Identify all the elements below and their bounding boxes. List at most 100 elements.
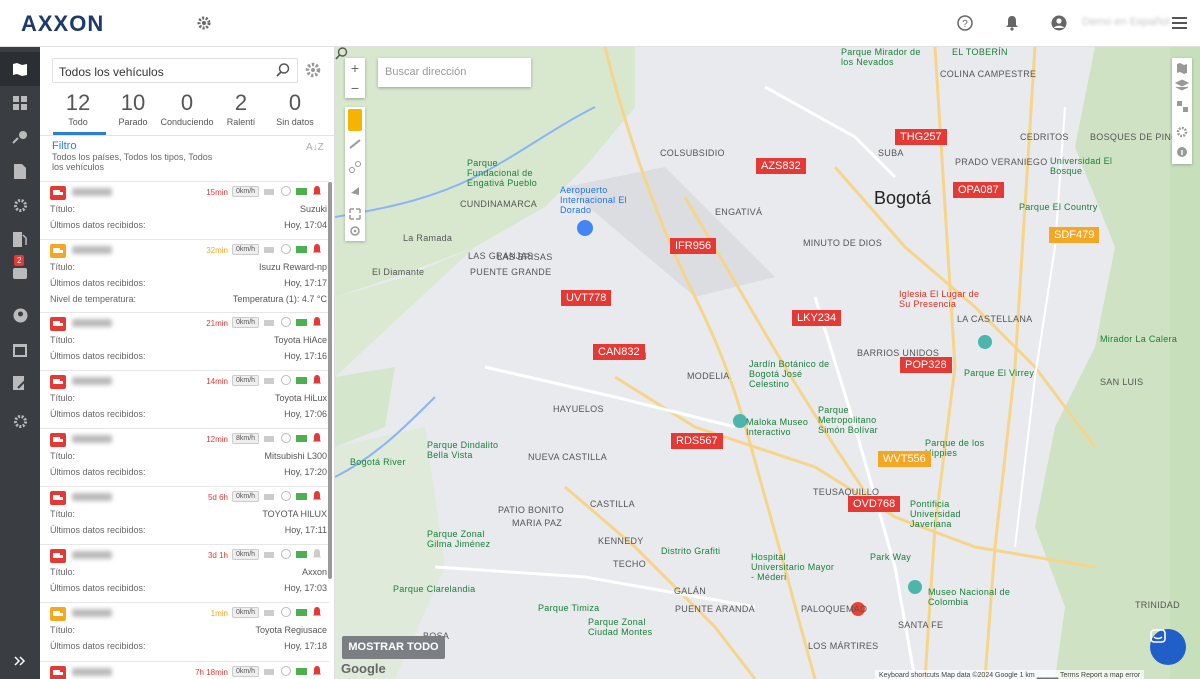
vehicle-field-label: Últimos datos recibidos:: [50, 409, 146, 419]
map-place-label: Parque El Country: [1019, 202, 1098, 212]
vehicle-marker[interactable]: IFR956: [670, 238, 717, 254]
alarm-bell-icon[interactable]: [312, 186, 323, 196]
vehicle-search-input[interactable]: Todos los vehículos: [52, 58, 298, 83]
nav-config-gear-icon[interactable]: [0, 404, 40, 438]
vehicle-marker[interactable]: OVD768: [848, 496, 901, 512]
nav-routes-icon[interactable]: [0, 120, 40, 154]
vehicle-row[interactable]: 32min 0km/h Título: Isuzu Reward-np Últimos …: [40, 239, 329, 312]
vehicle-row[interactable]: 21min 0km/h Título: Toyota HiAce Últimos dat…: [40, 312, 329, 370]
hamburger-menu-icon[interactable]: [1168, 12, 1190, 34]
driver-icon: [281, 244, 291, 254]
nav-reports-icon[interactable]: [0, 154, 40, 188]
filter-link[interactable]: Filtro: [52, 140, 76, 152]
fullscreen-icon[interactable]: [349, 208, 361, 220]
vehicle-marker[interactable]: CAN832: [593, 344, 645, 360]
alarm-bell-icon[interactable]: [312, 375, 323, 385]
address-search-input[interactable]: Buscar dirección: [378, 58, 531, 87]
settings-gear-icon[interactable]: [193, 12, 215, 34]
vehicle-marker[interactable]: RDS567: [671, 433, 723, 449]
stat-ralenti[interactable]: 2 Ralentí: [214, 90, 268, 127]
notifications-bell-icon[interactable]: [1001, 12, 1023, 34]
map-settings-gear-icon[interactable]: [1176, 126, 1188, 138]
show-all-button[interactable]: MOSTRAR TODO: [342, 636, 445, 659]
user-avatar-icon[interactable]: [1048, 12, 1070, 34]
nav-map-icon[interactable]: [0, 52, 40, 86]
vehicle-truck-icon: [50, 244, 66, 258]
alarm-bell-icon[interactable]: [312, 317, 323, 327]
signal-icon: [264, 494, 274, 500]
vehicle-marker[interactable]: AZS832: [756, 158, 806, 174]
vehicle-marker[interactable]: THG257: [895, 129, 947, 145]
vehicle-row[interactable]: 5d 6h 0km/h Título: TOYOTA HILUX Últimos dat…: [40, 486, 329, 544]
chat-support-button[interactable]: [1150, 629, 1186, 665]
stat-todo[interactable]: 12 Todo: [51, 90, 105, 127]
street-view-pegman-icon[interactable]: [348, 109, 362, 131]
stat-label: Todo: [68, 117, 88, 127]
layers-icon[interactable]: [1174, 79, 1190, 91]
user-name[interactable]: Demo en Español: [1082, 16, 1169, 28]
stat-conduciendo[interactable]: 0 Conduciendo: [160, 90, 214, 127]
nav-expand-icon[interactable]: [0, 644, 40, 678]
route-icon[interactable]: [349, 161, 361, 173]
alarm-bell-icon[interactable]: [312, 433, 323, 443]
alarm-bell-icon[interactable]: [312, 244, 323, 254]
alarm-bell-icon[interactable]: [312, 549, 323, 559]
vehicle-field-label: Título:: [50, 509, 76, 519]
map-place-label: Museo Nacional de Colombia: [928, 587, 1011, 607]
zoom-in-button[interactable]: +: [345, 58, 365, 78]
vehicle-idle-time: 14min: [206, 377, 228, 386]
alarm-bell-icon[interactable]: [312, 491, 323, 501]
location-target-icon[interactable]: [350, 226, 360, 236]
vehicle-marker[interactable]: OPA087: [953, 182, 1004, 198]
vehicle-truck-icon: [50, 186, 66, 200]
nav-driver-icon[interactable]: [0, 298, 40, 332]
sort-icon[interactable]: A↓Z: [306, 142, 324, 153]
map-type-icon[interactable]: [1177, 63, 1187, 74]
pointer-route-icon[interactable]: [351, 187, 359, 195]
nav-calendar-icon[interactable]: [0, 332, 40, 366]
ruler-icon[interactable]: [349, 139, 361, 149]
nav-fuel-icon[interactable]: [0, 222, 40, 256]
battery-icon: [296, 246, 307, 253]
stat-parado[interactable]: 10 Parado: [106, 90, 160, 127]
axxon-logo[interactable]: AXXON: [21, 11, 104, 37]
nav-edit-icon[interactable]: [0, 366, 40, 400]
vehicle-row[interactable]: 3d 1h 0km/h Título: Axxon Últimos datos reci…: [40, 544, 329, 602]
zoom-out-button[interactable]: −: [345, 78, 365, 98]
vehicle-row[interactable]: 14min 0km/h Título: Toyota HiLux Últimos dat…: [40, 370, 329, 428]
address-search-icon[interactable]: [335, 47, 348, 60]
vehicle-marker[interactable]: UVT778: [561, 290, 612, 306]
vehicle-marker[interactable]: WVT556: [878, 451, 931, 467]
vehicle-row[interactable]: 1min 0km/h Título: Toyota Regiusace Últimos …: [40, 602, 329, 661]
search-icon[interactable]: [276, 63, 290, 77]
vehicle-truck-icon: [50, 607, 66, 621]
clusters-icon[interactable]: [1177, 101, 1188, 112]
vehicle-marker[interactable]: POP328: [900, 357, 952, 373]
nav-vehicles-bus-icon[interactable]: 2: [0, 255, 40, 290]
stat-value: 0: [288, 90, 302, 115]
help-icon[interactable]: ?: [954, 12, 976, 34]
stat-sin-datos[interactable]: 0 Sin datos: [268, 90, 322, 127]
map-place-label: HAYUELOS: [553, 404, 604, 414]
vehicle-marker[interactable]: LKY234: [792, 310, 842, 326]
vehicle-list-scrollbar[interactable]: [328, 182, 332, 579]
vehicle-panel: Todos los vehículos 12 Todo 10 Parado 0 Con…: [40, 47, 335, 679]
panel-settings-gear-icon[interactable]: [304, 61, 322, 79]
alarm-bell-icon[interactable]: [312, 607, 323, 617]
info-icon[interactable]: [1177, 147, 1187, 157]
alarm-bell-icon[interactable]: [312, 666, 323, 676]
vehicle-field-label: Últimos datos recibidos:: [50, 583, 146, 593]
nav-settings-gear-icon[interactable]: [0, 188, 40, 222]
vehicle-row[interactable]: 12min 8km/h Título: Mitsubishi L300 Últimos …: [40, 428, 329, 486]
map-attribution[interactable]: Keyboard shortcuts Map data ©2024 Google…: [875, 670, 1145, 679]
vehicle-row[interactable]: 7h 18min 0km/h: [40, 661, 329, 679]
vehicle-marker[interactable]: SDF479: [1049, 227, 1100, 243]
filter-description: Todos los países, Todos los tipos, Todos…: [52, 152, 213, 172]
vehicle-field-label: Últimos datos recibidos:: [50, 278, 146, 288]
nav-dashboard-icon[interactable]: [0, 86, 40, 120]
map-place-label: PUENTE GRANDE: [470, 267, 552, 277]
vehicle-field-value: Hoy, 17:04: [284, 220, 327, 230]
map-view[interactable]: CUNDINAMARCA ENGATIVÁ LAS GRANJAS COLSUBSID…: [335, 47, 1200, 679]
vehicle-plate-blurred: [72, 609, 112, 617]
vehicle-row[interactable]: 15min 0km/h Título: Suzuki Últimos datos rec…: [40, 181, 329, 239]
